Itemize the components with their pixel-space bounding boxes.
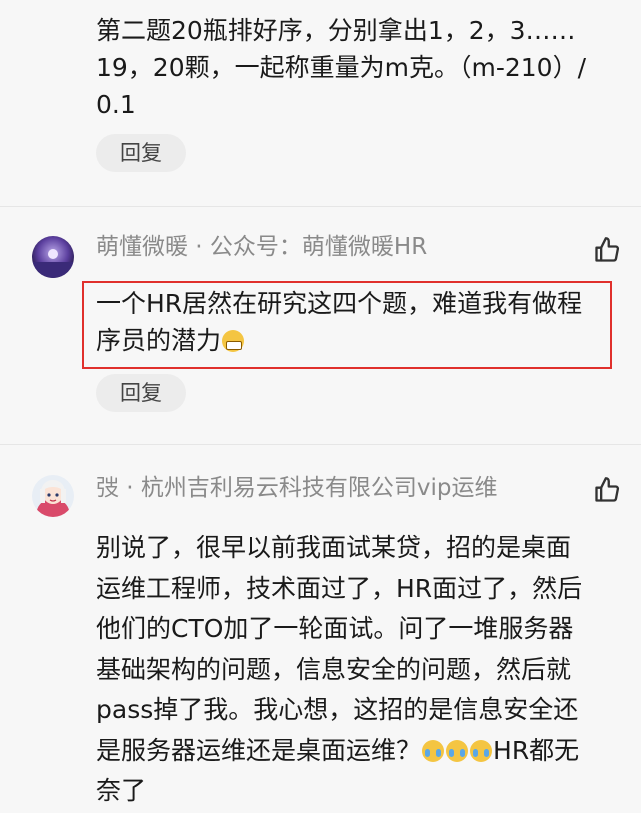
- avatar[interactable]: [32, 475, 74, 517]
- content-line-text: 是服务器运维还是桌面运维？: [96, 735, 422, 765]
- comment-author[interactable]: 弢 · 杭州吉利易云科技有限公司vip运维: [96, 473, 498, 503]
- content-line-with-emoji: 是服务器运维还是桌面运维？ HR都无: [96, 731, 606, 772]
- content-line: pass掉了我。我心想，这招的是信息安全还: [96, 695, 579, 724]
- like-icon[interactable]: [593, 236, 621, 264]
- content-line: 别说了，很早以前我面试某贷，招的是桌面: [96, 533, 572, 562]
- cry-emoji-icon: [422, 739, 445, 762]
- cry-emoji-icon: [446, 739, 469, 762]
- comment-author[interactable]: 萌懂微暖 · 公众号：萌懂微暖HR: [96, 232, 427, 262]
- comment-content: 别说了，很早以前我面试某贷，招的是桌面 运维工程师，技术面过了，HR面过了，然后…: [96, 528, 606, 812]
- like-icon[interactable]: [593, 476, 621, 504]
- divider: [0, 206, 641, 207]
- divider: [0, 444, 641, 445]
- reply-button[interactable]: 回复: [96, 134, 186, 172]
- cartoon-girl-avatar-icon: [32, 475, 74, 517]
- content-line: 他们的CTO加了一轮面试。问了一堆服务器: [96, 614, 574, 643]
- content-line: 奈了: [96, 776, 147, 805]
- purple-night-avatar-icon: [32, 236, 74, 278]
- highlight-box: [82, 281, 612, 369]
- content-line: 运维工程师，技术面过了，HR面过了，然后: [96, 573, 583, 603]
- content-line: 0.1: [96, 90, 136, 119]
- content-line: 第二题20瓶排好序，分别拿出1，2，3……: [96, 16, 576, 45]
- avatar[interactable]: [32, 236, 74, 278]
- content-line: 19，20颗，一起称重量为m克。（m-210）/: [96, 53, 586, 82]
- content-line-text: HR都无: [493, 735, 580, 765]
- content-line: 基础架构的问题，信息安全的问题，然后就: [96, 654, 572, 684]
- cry-emoji-icon: [470, 739, 493, 762]
- reply-button[interactable]: 回复: [96, 374, 186, 412]
- comment-content: 第二题20瓶排好序，分别拿出1，2，3…… 19，20颗，一起称重量为m克。（m…: [96, 12, 606, 123]
